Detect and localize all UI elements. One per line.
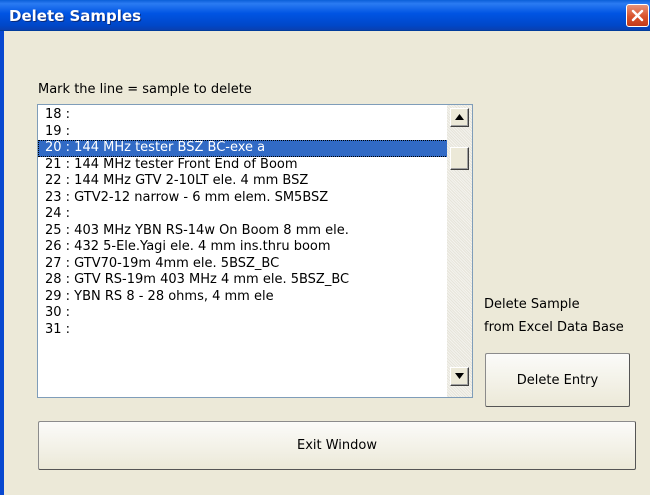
list-item[interactable]: 26 : 432 5-Ele.Yagi ele. 4 mm ins.thru b… (38, 239, 448, 256)
title-bar[interactable]: Delete Samples (0, 0, 650, 31)
list-item[interactable]: 27 : GTV70-19m 4mm ele. 5BSZ_BC (38, 256, 448, 273)
listbox-rows: 18 :19 :20 : 144 MHz tester BSZ BC-exe a… (38, 107, 448, 338)
list-item[interactable]: 19 : (38, 124, 448, 141)
close-icon (631, 9, 644, 22)
scroll-thumb[interactable] (450, 147, 469, 170)
close-button[interactable] (626, 4, 649, 27)
exit-window-button[interactable]: Exit Window (38, 421, 636, 470)
delete-info-line1: Delete Sample (484, 297, 580, 312)
delete-info-line2: from Excel Data Base (484, 320, 624, 335)
list-item-selected[interactable]: 20 : 144 MHz tester BSZ BC-exe a (38, 140, 448, 157)
samples-listbox[interactable]: 18 :19 :20 : 144 MHz tester BSZ BC-exe a… (37, 104, 473, 398)
arrow-up-icon (455, 114, 464, 120)
list-item[interactable]: 25 : 403 MHz YBN RS-14w On Boom 8 mm ele… (38, 223, 448, 240)
list-item[interactable]: 23 : GTV2-12 narrow - 6 mm elem. SM5BSZ (38, 190, 448, 207)
window-frame (0, 31, 4, 495)
list-item[interactable]: 29 : YBN RS 8 - 28 ohms, 4 mm ele (38, 289, 448, 306)
list-item[interactable]: 21 : 144 MHz tester Front End of Boom (38, 157, 448, 174)
arrow-down-icon (455, 373, 464, 379)
list-item[interactable]: 28 : GTV RS-19m 403 MHz 4 mm ele. 5BSZ_B… (38, 272, 448, 289)
list-item[interactable]: 30 : (38, 305, 448, 322)
list-caption: Mark the line = sample to delete (38, 82, 252, 97)
list-item[interactable]: 24 : (38, 206, 448, 223)
vertical-scrollbar[interactable] (447, 105, 472, 397)
list-item[interactable]: 18 : (38, 107, 448, 124)
delete-entry-button[interactable]: Delete Entry (485, 353, 630, 407)
window-title: Delete Samples (9, 7, 142, 25)
scroll-down-button[interactable] (450, 367, 469, 386)
list-item[interactable]: 22 : 144 MHz GTV 2-10LT ele. 4 mm BSZ (38, 173, 448, 190)
list-item[interactable]: 31 : (38, 322, 448, 339)
scroll-up-button[interactable] (450, 108, 469, 127)
